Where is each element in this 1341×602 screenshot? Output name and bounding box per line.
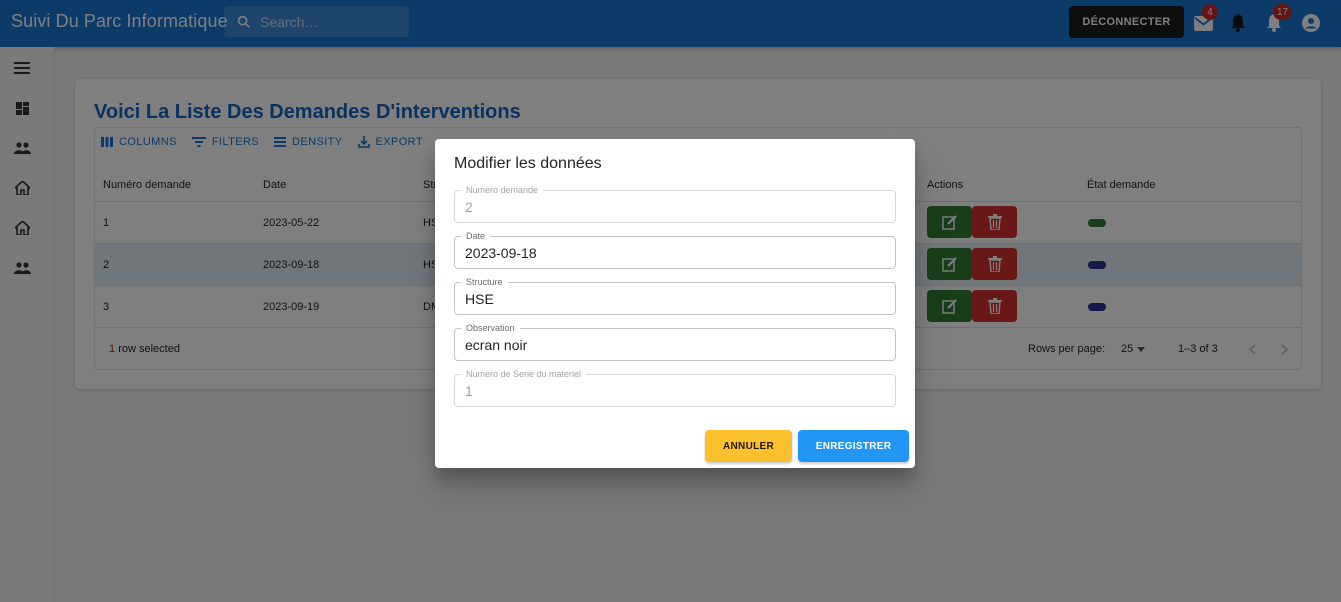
field-label: Numero demande xyxy=(461,185,544,195)
cancel-button[interactable]: ANNULER xyxy=(705,430,792,462)
field-value: 2023-09-18 xyxy=(465,245,537,261)
structure-field[interactable]: Structure HSE xyxy=(454,277,896,315)
edit-dialog: Modifier les données Numero demande 2 Da… xyxy=(435,139,915,468)
dialog-title: Modifier les données xyxy=(454,155,602,172)
field-value: 2 xyxy=(465,199,473,215)
field-label: Structure xyxy=(461,277,508,287)
save-button[interactable]: ENREGISTRER xyxy=(798,430,909,462)
field-label: Date xyxy=(461,231,491,241)
numero-serie-field: Numero de Serie du materiel 1 xyxy=(454,369,896,407)
field-value: 1 xyxy=(465,383,473,399)
observation-field[interactable]: Observation ecran noir xyxy=(454,323,896,361)
field-value: HSE xyxy=(465,291,494,307)
field-label: Observation xyxy=(461,323,520,333)
date-field[interactable]: Date 2023-09-18 xyxy=(454,231,896,269)
numero-demande-field: Numero demande 2 xyxy=(454,185,896,223)
field-label: Numero de Serie du materiel xyxy=(461,369,587,379)
field-value: ecran noir xyxy=(465,337,528,353)
